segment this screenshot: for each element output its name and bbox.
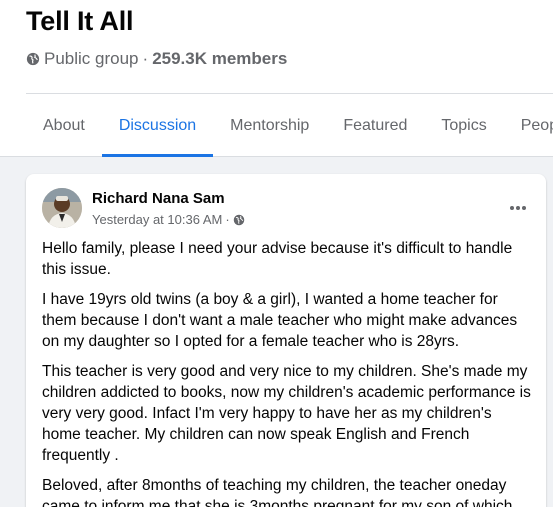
meta-separator: · [142,49,149,68]
post-body: Hello family, please I need your advise … [42,238,532,507]
tab-people-label: Peopl [520,116,553,134]
post-author[interactable]: Richard Nana Sam [92,190,225,207]
group-tabs: About Discussion Mentorship Featured Top… [26,94,553,157]
post-card: Richard Nana Sam Yesterday at 10:36 AM ·… [26,174,546,507]
post-paragraph: I have 19yrs old twins (a boy & a girl),… [42,291,518,350]
more-options-button[interactable] [506,196,530,220]
group-meta: Public group · 259.3K members [26,49,287,69]
tab-topics-label: Topics [441,116,487,134]
post-paragraph: Hello family, please I need your advise … [42,240,513,278]
post-timestamp[interactable]: Yesterday at 10:36 AM [92,212,222,227]
tab-featured-label: Featured [343,116,408,134]
globe-icon [26,52,40,66]
tab-people[interactable]: Peopl [504,94,553,157]
more-horizontal-icon [510,206,526,210]
tab-featured[interactable]: Featured [326,94,424,157]
tab-mentorship-label: Mentorship [230,116,310,134]
member-count[interactable]: 259.3K members [152,49,287,69]
tab-mentorship[interactable]: Mentorship [213,94,326,157]
globe-icon [233,214,244,225]
group-header: Tell It All Public group · 259.3K member… [0,0,553,157]
privacy-label: Public group [44,49,139,68]
tab-discussion-label: Discussion [118,116,197,134]
tab-topics[interactable]: Topics [424,94,503,157]
group-title[interactable]: Tell It All [26,6,134,37]
meta-dot: · [225,212,230,227]
tab-discussion[interactable]: Discussion [101,94,214,157]
post-paragraph: This teacher is very good and very nice … [42,363,531,464]
post-meta: Yesterday at 10:36 AM · [92,212,245,227]
tab-about[interactable]: About [26,94,102,157]
tab-about-label: About [43,116,85,134]
post-paragraph: Beloved, after 8months of teaching my ch… [42,477,513,507]
avatar-image [42,188,82,228]
avatar[interactable] [42,188,82,228]
